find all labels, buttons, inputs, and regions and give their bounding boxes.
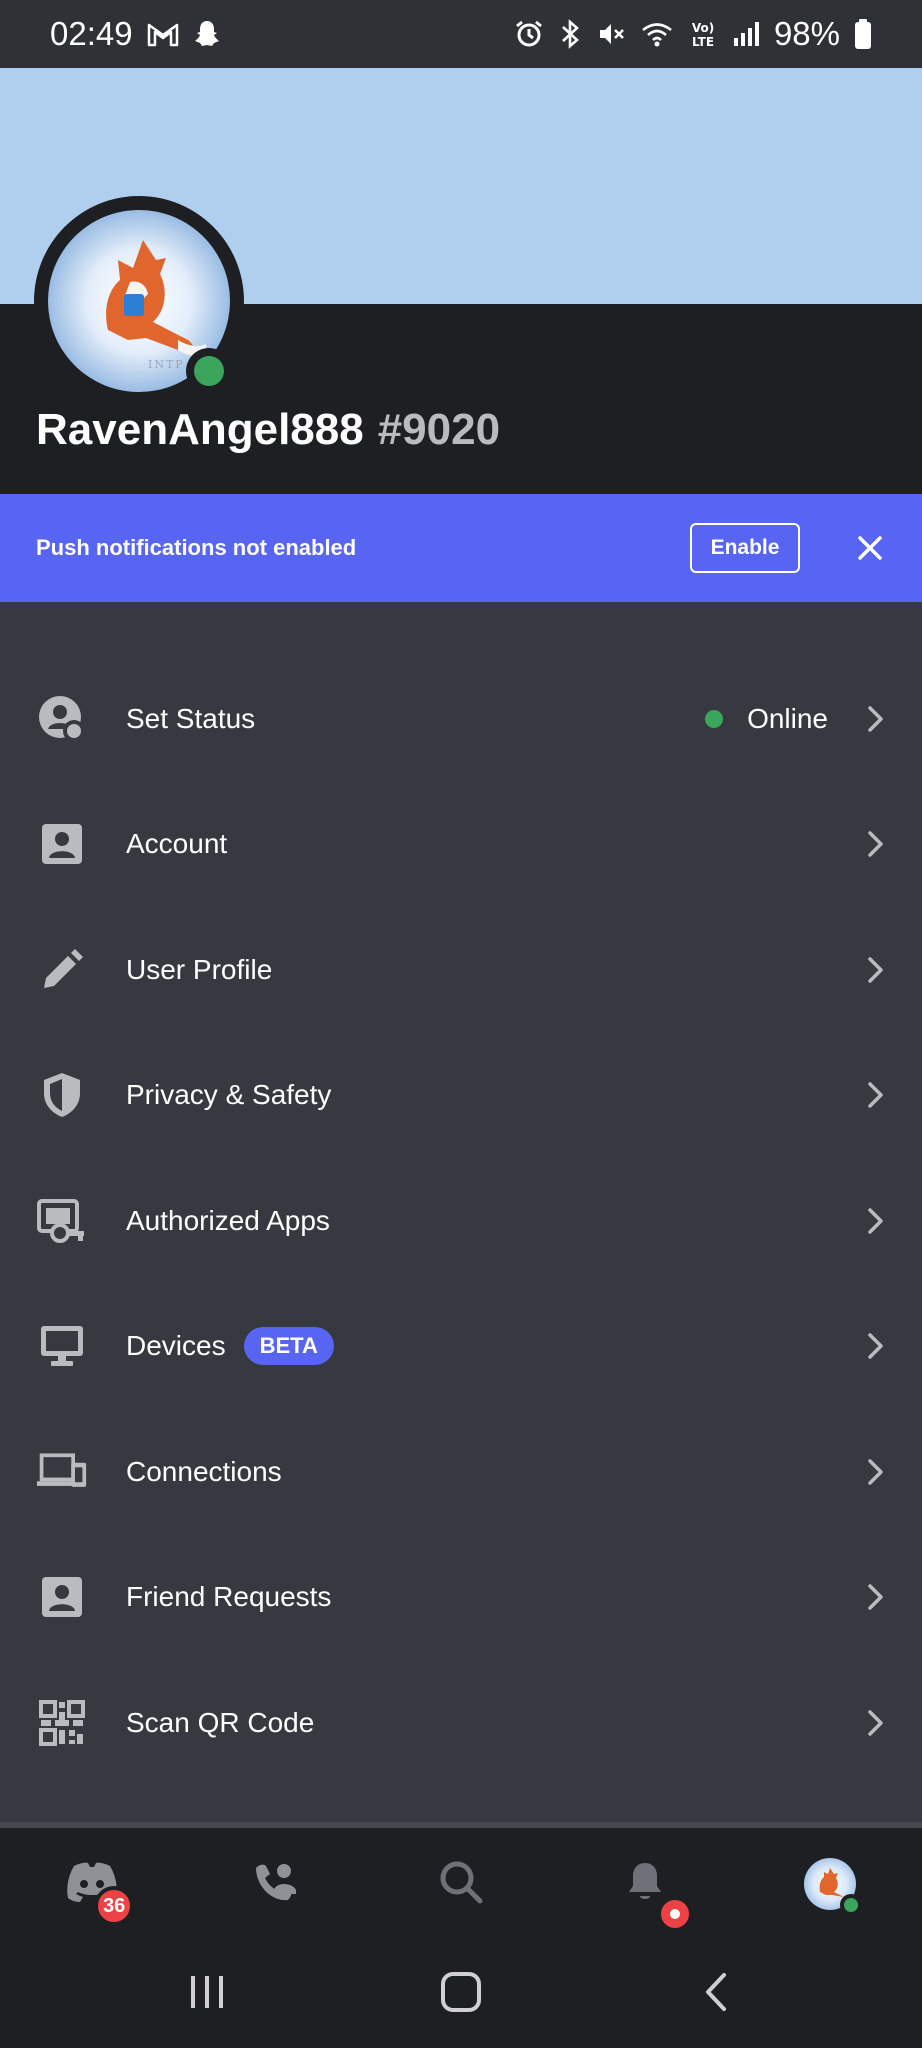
chevron-right-icon: [864, 955, 888, 985]
pencil-icon: [36, 944, 88, 996]
recent-apps-icon: [187, 1972, 227, 2017]
wifi-icon: [640, 19, 674, 49]
mute-icon: [596, 19, 626, 49]
status-icon: [36, 693, 88, 745]
menu-item-set-status[interactable]: Set Status Online: [0, 656, 922, 782]
menu-item-label: Devices: [126, 1330, 226, 1362]
menu-item-account[interactable]: Account: [0, 782, 922, 908]
menu-item-label: Set Status: [126, 702, 256, 734]
home-unread-badge: 36: [94, 1886, 135, 1926]
menu-item-label: Scan QR Code: [126, 1706, 315, 1738]
nav-search[interactable]: [421, 1844, 501, 1924]
settings-menu: Set Status Online Account User Profile P…: [0, 656, 922, 1786]
battery-percentage: 98%: [773, 15, 840, 52]
avatar-caption: INTP: [148, 358, 185, 371]
back-icon: [700, 1971, 730, 2018]
push-notification-text: Push notifications not enabled: [36, 535, 357, 560]
home-button[interactable]: [431, 1964, 491, 2024]
status-value-label: Online: [747, 702, 828, 734]
enable-button[interactable]: Enable: [690, 523, 800, 573]
bluetooth-icon: [558, 19, 582, 49]
online-status-indicator: [839, 1894, 862, 1916]
system-navigation-bar: [0, 1940, 922, 2048]
notifications-icon: [625, 1860, 665, 1909]
monitor-icon: [36, 1320, 88, 1372]
menu-item-label: Friend Requests: [126, 1581, 332, 1613]
status-bar: 02:49 Vo) LTE 98%: [0, 0, 922, 68]
profile-avatar: [803, 1858, 862, 1916]
menu-item-label: Connections: [126, 1455, 282, 1487]
menu-item-authorized-apps[interactable]: Authorized Apps: [0, 1158, 922, 1284]
push-notification-banner: Push notifications not enabled Enable: [0, 494, 922, 602]
menu-item-label: Account: [126, 828, 228, 860]
username: RavenAngel888: [36, 405, 364, 454]
menu-item-friend-requests[interactable]: Friend Requests: [0, 1535, 922, 1661]
gmail-icon: [147, 21, 179, 47]
username-row: RavenAngel888 #9020: [36, 405, 500, 455]
menu-item-label: Authorized Apps: [126, 1204, 330, 1236]
chevron-right-icon: [864, 1080, 888, 1110]
nav-notifications[interactable]: [605, 1844, 694, 1932]
discriminator: #9020: [377, 405, 501, 454]
menu-item-label: Privacy & Safety: [126, 1079, 332, 1111]
menu-item-connections[interactable]: Connections: [0, 1409, 922, 1535]
nav-home[interactable]: 36: [52, 1844, 135, 1926]
menu-item-user-profile[interactable]: User Profile: [0, 907, 922, 1033]
svg-text:LTE: LTE: [692, 35, 714, 49]
chevron-right-icon: [864, 1331, 888, 1361]
beta-badge: BETA: [243, 1327, 334, 1366]
friend-requests-icon: [36, 1571, 88, 1623]
chevron-right-icon: [864, 1582, 888, 1612]
bottom-navigation: 36: [0, 1828, 922, 1940]
svg-text:Vo): Vo): [692, 21, 714, 35]
home-square-icon: [439, 1970, 483, 2019]
current-status: Online: [705, 703, 828, 735]
nav-profile[interactable]: [790, 1844, 870, 1924]
chevron-right-icon: [864, 1708, 888, 1738]
online-status-indicator: [186, 348, 232, 394]
menu-item-privacy-safety[interactable]: Privacy & Safety: [0, 1033, 922, 1159]
status-time: 02:49: [50, 15, 133, 52]
signal-icon: [732, 20, 760, 48]
chevron-right-icon: [864, 704, 888, 734]
menu-item-devices[interactable]: Devices BETA: [0, 1284, 922, 1410]
online-status-dot: [705, 709, 724, 728]
back-button[interactable]: [685, 1964, 745, 2024]
chevron-right-icon: [864, 829, 888, 859]
connections-icon: [36, 1446, 88, 1498]
chevron-right-icon: [864, 1206, 888, 1236]
notification-indicator: [657, 1896, 694, 1932]
volte-icon: Vo) LTE: [688, 19, 718, 49]
shield-icon: [36, 1069, 88, 1121]
account-icon: [36, 818, 88, 870]
menu-item-label: User Profile: [126, 953, 273, 985]
chevron-right-icon: [864, 1457, 888, 1487]
search-icon: [438, 1859, 484, 1910]
friends-icon: [252, 1860, 302, 1909]
nav-friends[interactable]: [237, 1844, 317, 1924]
snapchat-icon: [193, 19, 221, 49]
qr-code-icon: [36, 1697, 88, 1749]
battery-icon: [854, 18, 872, 50]
recent-apps-button[interactable]: [177, 1964, 237, 2024]
menu-item-scan-qr-code[interactable]: Scan QR Code: [0, 1660, 922, 1786]
authorized-apps-icon: [36, 1195, 88, 1247]
close-icon[interactable]: [854, 532, 886, 564]
alarm-icon: [514, 19, 544, 49]
